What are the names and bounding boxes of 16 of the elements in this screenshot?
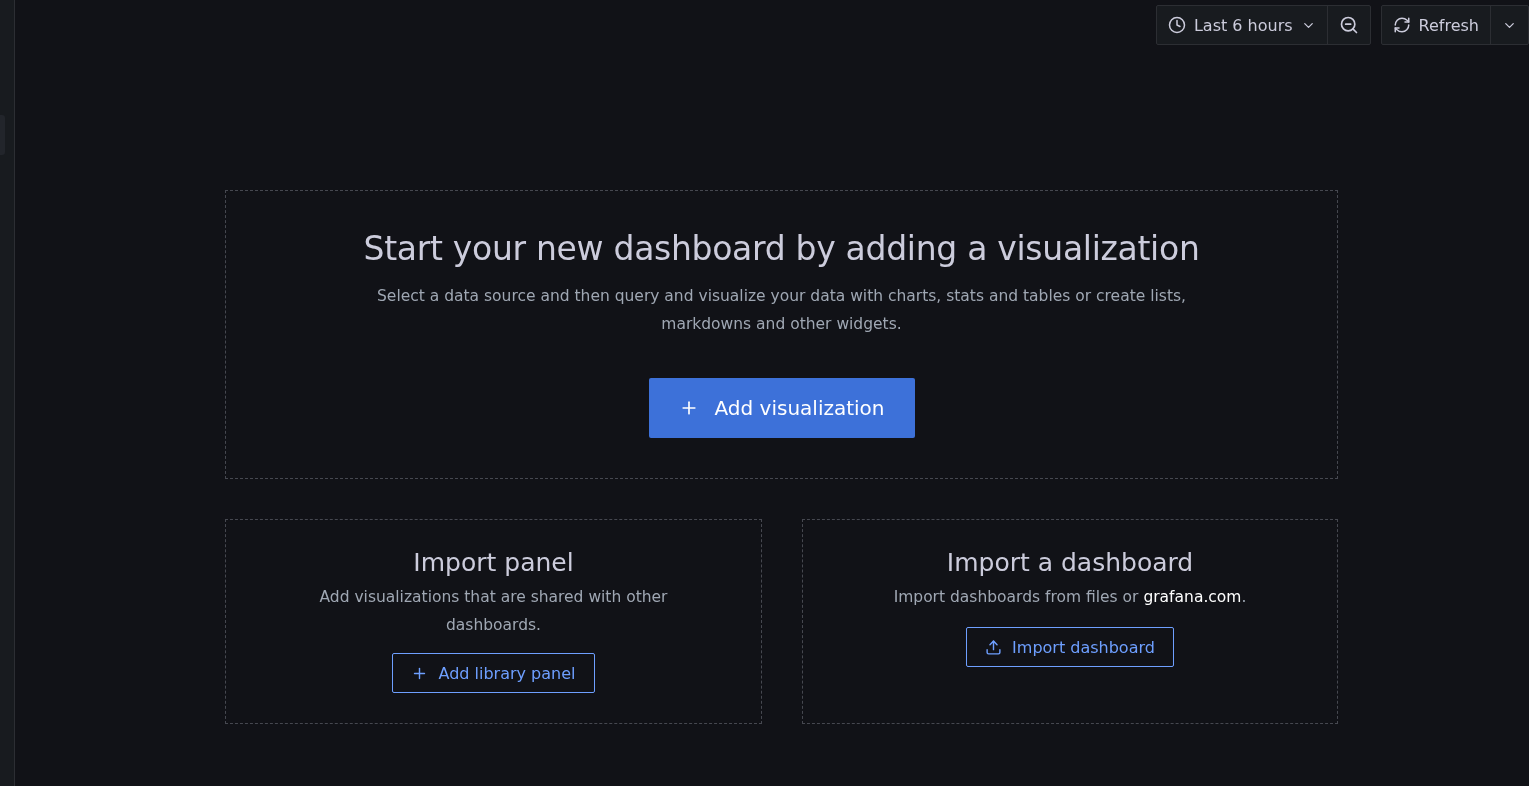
import-dashboard-title: Import a dashboard bbox=[946, 548, 1194, 577]
refresh-button[interactable]: Refresh bbox=[1381, 6, 1490, 44]
time-range-picker[interactable]: Last 6 hours bbox=[1156, 6, 1327, 44]
import-dashboard-button[interactable]: Import dashboard bbox=[966, 627, 1174, 667]
zoom-out-icon bbox=[1338, 15, 1359, 35]
import-dashboard-description: Import dashboards from files or grafana.com. bbox=[893, 587, 1247, 608]
clock-icon bbox=[1167, 16, 1186, 34]
import-panel-title: Import panel bbox=[413, 548, 574, 577]
import-panel-description: Add visualizations that are shared with other dashboards. bbox=[318, 587, 669, 636]
add-visualization-button[interactable]: Add visualization bbox=[648, 378, 915, 438]
upload-icon bbox=[985, 638, 1003, 656]
refresh-icon bbox=[1392, 16, 1411, 34]
grafana-link[interactable]: grafana.com bbox=[1143, 588, 1242, 606]
hero-description: Select a data source and then query and visualize your data with charts, stats and tables or create lists, markdowns and other widgets. bbox=[376, 286, 1187, 335]
hero-title: Start your new dashboard by adding a visualization bbox=[363, 229, 1200, 268]
add-library-panel-button[interactable]: Add library panel bbox=[392, 653, 595, 693]
